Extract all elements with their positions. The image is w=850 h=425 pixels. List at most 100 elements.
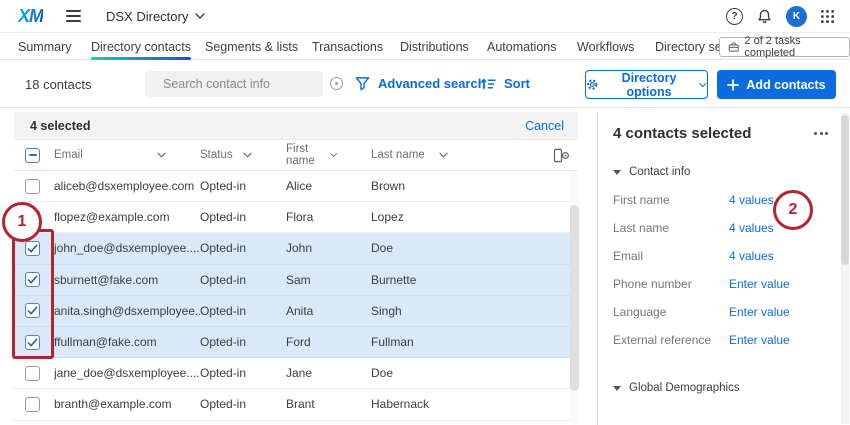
cell-first-name: Sam	[286, 273, 371, 287]
row-checkbox[interactable]	[25, 272, 40, 287]
section-contact-info[interactable]: Contact info	[613, 166, 850, 178]
table-row[interactable]: jane_doe@dsxemployee.... Opted-in Jane D…	[14, 358, 578, 389]
cell-last-name: Brown	[371, 179, 544, 193]
ellipsis-icon	[814, 132, 817, 135]
field-value-link[interactable]: Enter value	[729, 305, 790, 319]
cell-email: sburnett@fake.com	[54, 273, 200, 287]
cell-first-name: Jane	[286, 366, 371, 380]
row-checkbox[interactable]	[25, 335, 40, 350]
cell-email: ffullman@fake.com	[54, 335, 200, 349]
hamburger-menu-button[interactable]	[64, 7, 83, 25]
column-chevron-icon[interactable]	[330, 152, 337, 158]
cancel-button[interactable]: Cancel	[525, 119, 564, 133]
notifications-button[interactable]	[756, 8, 773, 25]
check-icon	[27, 243, 38, 254]
cell-first-name: Alice	[286, 179, 371, 193]
cell-last-name: Doe	[371, 366, 544, 380]
add-contacts-button[interactable]: Add contacts	[717, 70, 836, 99]
table-row[interactable]: sburnett@fake.com Opted-in Sam Burnette	[14, 265, 578, 296]
row-checkbox[interactable]	[25, 210, 40, 225]
column-header-email[interactable]: Email	[54, 149, 200, 161]
cell-status: Opted-in	[200, 304, 286, 318]
briefcase-icon	[728, 41, 739, 53]
cell-last-name: Lopez	[371, 210, 544, 224]
table-row[interactable]: aliceb@dsxemployee.com Opted-in Alice Br…	[14, 171, 578, 202]
search-box[interactable]	[145, 71, 323, 97]
apps-grid-button[interactable]	[820, 9, 835, 24]
tab-summary[interactable]: Summary	[18, 33, 71, 60]
cell-first-name: Flora	[286, 210, 371, 224]
panel-scrollbar[interactable]	[841, 113, 849, 424]
table-scrollbar-thumb[interactable]	[570, 205, 579, 391]
table-row[interactable]: anita.singh@dsxemployee... Opted-in Anit…	[14, 296, 578, 327]
tab-automations[interactable]: Automations	[487, 33, 556, 60]
field-row: Email 4 values	[613, 242, 850, 270]
directory-switcher[interactable]: DSX Directory	[106, 9, 205, 24]
field-label: Phone number	[613, 277, 729, 291]
cell-status: Opted-in	[200, 273, 286, 287]
avatar[interactable]: K	[786, 6, 807, 27]
manage-columns-button[interactable]	[544, 148, 578, 163]
column-label: Status	[200, 149, 233, 161]
panel-scrollbar-thumb[interactable]	[841, 115, 849, 265]
field-value-link[interactable]: Enter value	[729, 333, 790, 347]
field-value-link[interactable]: 4 values	[729, 193, 774, 207]
cell-email: jane_doe@dsxemployee....	[54, 366, 200, 380]
search-input[interactable]	[163, 77, 324, 91]
field-value-link[interactable]: 4 values	[729, 221, 774, 235]
tab-distributions[interactable]: Distributions	[400, 33, 469, 60]
row-checkbox[interactable]	[25, 397, 40, 412]
cell-status: Opted-in	[200, 397, 286, 411]
sort-button[interactable]: Sort	[480, 76, 530, 91]
row-checkbox[interactable]	[25, 303, 40, 318]
column-header-status[interactable]: Status	[200, 149, 286, 161]
field-row: External reference Enter value	[613, 326, 850, 354]
cell-first-name: Brant	[286, 397, 371, 411]
help-button[interactable]: ?	[726, 8, 743, 25]
check-icon	[27, 337, 38, 348]
column-header-last-name[interactable]: Last name	[371, 149, 544, 161]
select-all-checkbox[interactable]	[25, 148, 40, 163]
table-row[interactable]: john_doe@dsxemployee.... Opted-in John D…	[14, 233, 578, 264]
field-value-link[interactable]: Enter value	[729, 277, 790, 291]
row-checkbox[interactable]	[25, 241, 40, 256]
directory-options-label: Directory options	[606, 71, 693, 99]
field-value-link[interactable]: 4 values	[729, 249, 774, 263]
xm-logo[interactable]: XM	[18, 6, 43, 27]
cell-email: flopez@example.com	[54, 210, 200, 224]
selection-count: 4 selected	[30, 119, 90, 133]
topbar-actions: ? K	[726, 6, 835, 27]
row-checkbox[interactable]	[25, 366, 40, 381]
info-icon[interactable]	[330, 77, 343, 90]
field-row: First name 4 values	[613, 186, 850, 214]
row-checkbox[interactable]	[25, 179, 40, 194]
cell-last-name: Doe	[371, 241, 544, 255]
column-chevron-icon[interactable]	[243, 152, 252, 158]
chevron-down-icon	[699, 82, 707, 88]
table-row[interactable]: branth@example.com Opted-in Brant Habern…	[14, 389, 578, 420]
tab-directory-contacts[interactable]: Directory contacts	[91, 33, 191, 60]
directory-options-button[interactable]: Directory options	[585, 70, 708, 99]
tab-segments-lists[interactable]: Segments & lists	[205, 33, 298, 60]
cell-status: Opted-in	[200, 241, 286, 255]
field-label: First name	[613, 193, 729, 207]
advanced-search-button[interactable]: Advanced search	[355, 76, 486, 91]
tabbar: Summary Directory contacts Segments & li…	[0, 33, 850, 60]
column-header-first-name[interactable]: First name	[286, 143, 371, 167]
column-chevron-icon[interactable]	[439, 152, 448, 158]
tab-workflows[interactable]: Workflows	[577, 33, 634, 60]
cell-last-name: Habernack	[371, 397, 544, 411]
section-label: Global Demographics	[629, 382, 740, 394]
more-options-button[interactable]	[812, 128, 830, 139]
table-row[interactable]: flopez@example.com Opted-in Flora Lopez	[14, 202, 578, 233]
contacts-toolbar: 18 contacts Advanced search Sort	[0, 60, 850, 108]
app-window: XM DSX Directory ? K Summar	[0, 0, 850, 425]
column-chevron-icon[interactable]	[157, 152, 166, 158]
field-label: Last name	[613, 221, 729, 235]
tab-transactions[interactable]: Transactions	[312, 33, 383, 60]
table-scrollbar[interactable]	[570, 173, 579, 425]
tasks-completed-badge[interactable]: 2 of 2 tasks completed	[719, 37, 850, 57]
table-row[interactable]: ffullman@fake.com Opted-in Ford Fullman	[14, 327, 578, 358]
section-global-demographics[interactable]: Global Demographics	[613, 382, 850, 394]
contacts-count: 18 contacts	[25, 77, 92, 92]
